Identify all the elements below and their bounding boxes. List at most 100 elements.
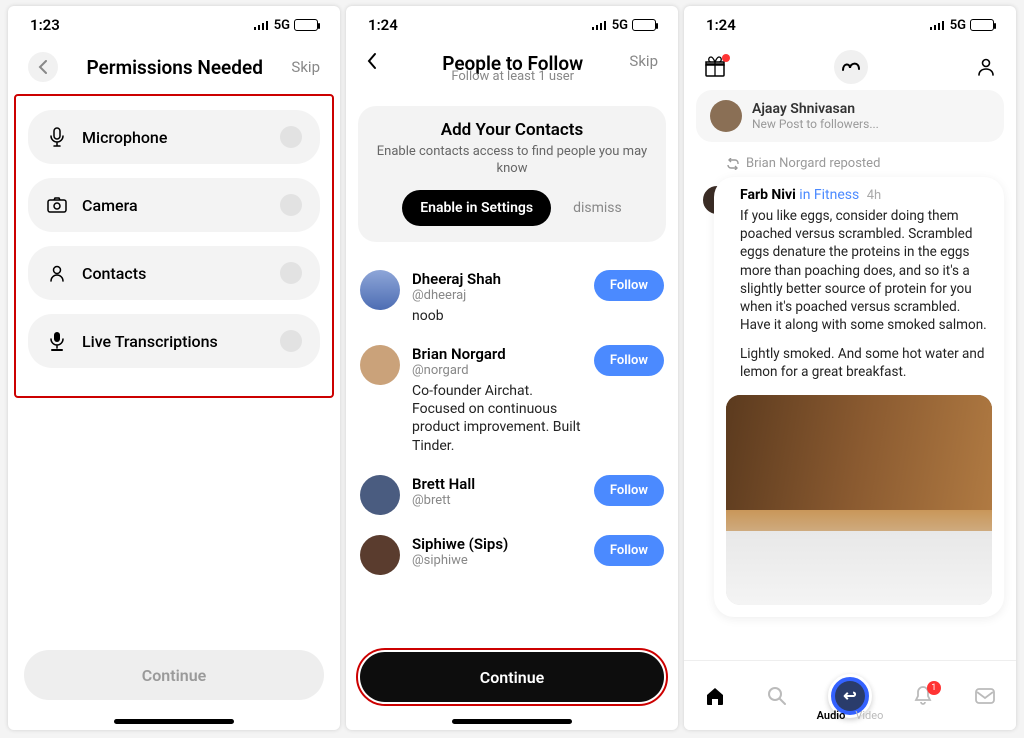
signal-icon — [254, 20, 270, 30]
top-bar — [684, 44, 1016, 90]
contacts-icon — [46, 264, 68, 282]
profile-icon[interactable] — [976, 57, 996, 77]
status-right: 5G — [930, 18, 994, 33]
repost-label: Brian Norgard reposted — [726, 156, 1004, 171]
highlight-box: Microphone Camera Contacts — [14, 94, 334, 398]
user-name: Brian Norgard — [412, 345, 582, 363]
notification-dot — [722, 54, 730, 62]
permission-label: Microphone — [82, 128, 167, 147]
continue-button[interactable]: Continue — [360, 652, 664, 702]
permission-label: Camera — [82, 196, 138, 215]
user-name: Brett Hall — [412, 475, 582, 493]
tab-video-label[interactable]: Video — [855, 709, 883, 722]
permissions-list: Microphone Camera Contacts — [18, 100, 330, 392]
follow-button[interactable]: Follow — [594, 270, 664, 301]
tab-search[interactable] — [767, 686, 787, 706]
permission-transcriptions[interactable]: Live Transcriptions — [28, 314, 320, 368]
network-label: 5G — [950, 18, 966, 33]
repost-icon — [726, 158, 740, 170]
enable-settings-button[interactable]: Enable in Settings — [402, 190, 551, 226]
user-handle: @siphiwe — [412, 553, 582, 568]
permission-microphone[interactable]: Microphone — [28, 110, 320, 164]
page-title: Permissions Needed — [66, 56, 283, 79]
post-image[interactable] — [726, 395, 992, 605]
follow-button[interactable]: Follow — [594, 475, 664, 506]
continue-button[interactable]: Continue — [24, 650, 324, 700]
permission-toggle[interactable] — [280, 330, 302, 352]
post-body: If you like eggs, consider doing them po… — [740, 207, 992, 381]
user-bio: noob — [412, 307, 582, 325]
screen-people-to-follow: 1:24 5G People to Follow Follow at least… — [346, 6, 678, 730]
status-right: 5G — [592, 18, 656, 33]
prior-post-card[interactable]: Ajaay Shnivasan New Post to followers... — [696, 90, 1004, 142]
user-bio: Co-founder Airchat. Focused on continuou… — [412, 382, 582, 455]
transcription-icon — [46, 331, 68, 351]
pause-button[interactable] — [944, 555, 984, 595]
battery-icon — [970, 19, 994, 31]
status-bar: 1:24 5G — [346, 6, 678, 44]
post-author: Farb Nivi — [740, 187, 796, 203]
compose-mode-labels: Audio Video — [817, 709, 884, 722]
status-bar: 1:23 5G — [8, 6, 340, 44]
permission-contacts[interactable]: Contacts — [28, 246, 320, 300]
back-button[interactable] — [28, 52, 58, 82]
tab-inbox[interactable] — [974, 687, 996, 705]
status-time: 1:24 — [368, 16, 398, 34]
highlight-box: Continue — [356, 648, 668, 706]
permission-label: Contacts — [82, 264, 146, 283]
post-card[interactable]: Farb Nivi in Fitness 4h If you like eggs… — [714, 177, 1004, 617]
contacts-card: Add Your Contacts Enable contacts access… — [358, 106, 666, 242]
avatar[interactable] — [360, 475, 400, 515]
home-indicator[interactable] — [452, 719, 572, 724]
screen-permissions: 1:23 5G Permissions Needed Skip Micropho… — [8, 6, 340, 730]
home-indicator[interactable] — [114, 719, 234, 724]
skip-button[interactable]: Skip — [629, 52, 658, 70]
tab-home[interactable] — [704, 686, 726, 706]
user-handle: @dheeraj — [412, 288, 582, 303]
permission-camera[interactable]: Camera — [28, 178, 320, 232]
user-handle: @brett — [412, 493, 582, 508]
post-channel[interactable]: in Fitness — [799, 187, 859, 203]
permission-toggle[interactable] — [280, 262, 302, 284]
status-time: 1:23 — [30, 16, 60, 34]
contacts-title: Add Your Contacts — [372, 120, 652, 140]
network-label: 5G — [612, 18, 628, 33]
battery-icon — [294, 19, 318, 31]
prior-sub: New Post to followers... — [752, 117, 879, 131]
microphone-icon — [46, 127, 68, 147]
app-logo[interactable] — [834, 50, 868, 84]
follow-button[interactable]: Follow — [594, 535, 664, 566]
user-name: Siphiwe (Sips) — [412, 535, 582, 553]
battery-icon — [632, 19, 656, 31]
notification-badge: 1 — [927, 681, 941, 695]
nav-header: People to Follow Follow at least 1 user … — [346, 44, 678, 92]
follow-button[interactable]: Follow — [594, 345, 664, 376]
follow-list[interactable]: Dheeraj Shah @dheeraj noob Follow Brian … — [346, 256, 678, 648]
feed[interactable]: Ajaay Shnivasan New Post to followers...… — [684, 90, 1016, 660]
nav-header: Permissions Needed Skip — [8, 44, 340, 90]
permission-toggle[interactable] — [280, 194, 302, 216]
list-item: Dheeraj Shah @dheeraj noob Follow — [360, 260, 664, 335]
tab-notifications[interactable]: 1 — [913, 685, 933, 707]
user-handle: @norgard — [412, 363, 582, 378]
avatar[interactable] — [360, 535, 400, 575]
gift-icon[interactable] — [704, 56, 726, 78]
tab-audio-label[interactable]: Audio — [817, 709, 846, 722]
screen-feed: 1:24 5G Ajaay Shnivasan New Post to foll… — [684, 6, 1016, 730]
page-subtitle: Follow at least 1 user — [404, 69, 621, 84]
signal-icon — [592, 20, 608, 30]
avatar[interactable] — [360, 270, 400, 310]
permission-label: Live Transcriptions — [82, 332, 218, 351]
network-label: 5G — [274, 18, 290, 33]
back-button[interactable] — [366, 52, 396, 70]
post-header: Farb Nivi in Fitness 4h — [740, 187, 992, 203]
camera-icon — [46, 197, 68, 213]
dismiss-button[interactable]: dismiss — [573, 200, 622, 216]
permission-toggle[interactable] — [280, 126, 302, 148]
contacts-body: Enable contacts access to find people yo… — [372, 144, 652, 178]
status-time: 1:24 — [706, 16, 736, 34]
skip-button[interactable]: Skip — [291, 58, 320, 76]
avatar[interactable] — [360, 345, 400, 385]
list-item: Brian Norgard @norgard Co-founder Aircha… — [360, 335, 664, 465]
tab-bar: ↩ 1 Audio Video — [684, 660, 1016, 730]
